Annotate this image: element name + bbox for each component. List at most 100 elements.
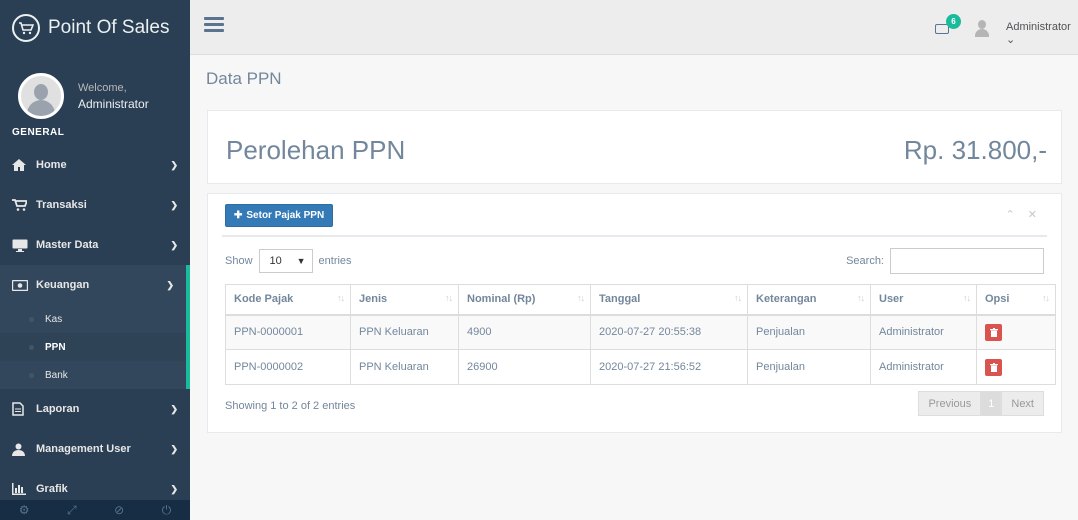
fullscreen-icon[interactable]: ⤢ bbox=[67, 503, 77, 518]
submenu-item-bank[interactable]: Bank bbox=[0, 361, 186, 389]
section-title: GENERAL bbox=[12, 127, 65, 138]
sort-icon: ↑↓ bbox=[963, 293, 971, 303]
sort-icon: ↑↓ bbox=[337, 293, 345, 303]
table-info: Showing 1 to 2 of 2 entries bbox=[225, 400, 356, 412]
submenu-keuangan: Kas PPN Bank bbox=[0, 305, 190, 389]
search-label: Search: bbox=[846, 255, 884, 267]
setor-pajak-label: Setor Pajak PPN bbox=[246, 210, 325, 221]
user-menu[interactable]: Administrator ⌄ bbox=[1006, 21, 1078, 46]
sidebar-item-master-data[interactable]: Master Data ❯ bbox=[0, 225, 190, 265]
eye-slash-icon[interactable]: ⊘ bbox=[114, 503, 124, 517]
col-keterangan[interactable]: Keterangan ↑↓ bbox=[747, 284, 871, 316]
setor-pajak-button[interactable]: ✚ Setor Pajak PPN bbox=[225, 204, 334, 227]
sidebar-item-label: Home bbox=[36, 159, 67, 171]
cell-keterangan: Penjualan bbox=[747, 349, 871, 385]
submenu-item-ppn[interactable]: PPN bbox=[0, 333, 186, 361]
sort-icon: ↑↓ bbox=[857, 293, 865, 303]
sidebar-item-keuangan[interactable]: Keuangan ❯ bbox=[0, 265, 190, 305]
col-jenis[interactable]: Jenis ↑↓ bbox=[350, 284, 459, 316]
profile: Welcome, Administrator bbox=[0, 55, 190, 125]
cell-nominal: 4900 bbox=[458, 314, 591, 350]
cell-opsi bbox=[976, 349, 1056, 385]
cell-jenis: PPN Keluaran bbox=[350, 349, 459, 385]
ppn-table: Kode Pajak ↑↓ Jenis ↑↓ Nominal (Rp) ↑↓ Tang… bbox=[225, 284, 1056, 385]
chevron-down-icon: ❯ bbox=[170, 159, 178, 170]
delete-button[interactable] bbox=[985, 358, 1002, 376]
ppn-value: Rp. 31.800,- bbox=[903, 135, 1047, 165]
money-icon bbox=[12, 279, 36, 291]
col-kode-pajak[interactable]: Kode Pajak ↑↓ bbox=[225, 284, 351, 316]
sort-icon: ↑↓ bbox=[1042, 293, 1050, 303]
cell-nominal: 26900 bbox=[458, 349, 591, 385]
brand-title: Point Of Sales bbox=[48, 16, 170, 38]
user-icon bbox=[12, 443, 36, 456]
ppn-table-panel: ✚ Setor Pajak PPN ⌃ ✕ Show 10 ▼ entries … bbox=[207, 193, 1062, 433]
previous-button[interactable]: Previous bbox=[918, 391, 982, 416]
home-icon bbox=[12, 159, 36, 171]
trash-icon bbox=[989, 362, 998, 372]
entries-label: entries bbox=[318, 255, 352, 267]
search: Search: bbox=[846, 248, 1044, 274]
entries-select[interactable]: 10 ▼ bbox=[258, 249, 313, 273]
chevron-down-icon: ❯ bbox=[170, 199, 178, 210]
collapse-icon[interactable]: ⌃ bbox=[1006, 209, 1015, 221]
power-icon[interactable]: ⏻ bbox=[162, 503, 172, 518]
sidebar-item-label: Laporan bbox=[36, 403, 80, 415]
cell-opsi bbox=[976, 314, 1056, 350]
sidebar-item-label: Master Data bbox=[36, 239, 99, 251]
desktop-icon bbox=[12, 239, 36, 252]
user-avatar-icon[interactable] bbox=[974, 20, 990, 37]
cell-keterangan: Penjualan bbox=[747, 314, 871, 350]
sidebar-item-laporan[interactable]: Laporan ❯ bbox=[0, 389, 190, 429]
profile-name: Administrator bbox=[78, 97, 149, 111]
sidebar-item-label: Management User bbox=[36, 443, 131, 455]
sort-icon: ↑↓ bbox=[734, 293, 742, 303]
show-entries: Show 10 ▼ entries bbox=[225, 249, 352, 273]
chevron-down-icon: ❯ bbox=[170, 483, 178, 494]
chevron-down-icon: ❯ bbox=[170, 403, 178, 414]
menu-toggle-icon[interactable] bbox=[204, 17, 224, 35]
delete-button[interactable] bbox=[985, 323, 1002, 341]
entries-value: 10 bbox=[269, 255, 282, 267]
search-input[interactable] bbox=[890, 248, 1044, 274]
sidebar-footer: ⚙ ⤢ ⊘ ⏻ bbox=[0, 500, 190, 520]
sidebar-item-label: Transaksi bbox=[36, 199, 87, 211]
cell-user: Administrator bbox=[870, 314, 977, 350]
bar-chart-icon bbox=[12, 483, 36, 495]
sidebar-item-label: Keuangan bbox=[36, 279, 90, 291]
col-nominal[interactable]: Nominal (Rp) ↑↓ bbox=[458, 284, 591, 316]
sort-icon: ↑↓ bbox=[445, 293, 453, 303]
welcome-text: Welcome, bbox=[78, 82, 127, 94]
sidebar-item-label: Grafik bbox=[36, 483, 68, 495]
top-nav: 6 Administrator ⌄ bbox=[190, 0, 1078, 55]
cart-logo-icon bbox=[12, 13, 40, 42]
cell-user: Administrator bbox=[870, 349, 977, 385]
cell-kode-pajak: PPN-0000002 bbox=[225, 349, 351, 385]
file-icon bbox=[12, 402, 36, 416]
table-row: PPN-0000002 PPN Keluaran 26900 2020-07-2… bbox=[225, 349, 1056, 385]
page-1-button[interactable]: 1 bbox=[981, 391, 1002, 416]
brand[interactable]: Point Of Sales bbox=[0, 0, 190, 55]
col-opsi[interactable]: Opsi ↑↓ bbox=[976, 284, 1056, 316]
cell-jenis: PPN Keluaran bbox=[350, 314, 459, 350]
cell-tanggal: 2020-07-27 21:56:52 bbox=[590, 349, 748, 385]
chevron-down-icon: ▼ bbox=[296, 256, 306, 266]
settings-icon[interactable]: ⚙ bbox=[19, 503, 30, 517]
close-icon[interactable]: ✕ bbox=[1028, 209, 1037, 221]
submenu-item-kas[interactable]: Kas bbox=[0, 305, 186, 333]
sidebar-item-transaksi[interactable]: Transaksi ❯ bbox=[0, 185, 190, 225]
ppn-label: Perolehan PPN bbox=[226, 135, 406, 165]
cell-tanggal: 2020-07-27 20:55:38 bbox=[590, 314, 748, 350]
sort-icon: ↑↓ bbox=[577, 293, 585, 303]
sidebar-item-management-user[interactable]: Management User ❯ bbox=[0, 429, 190, 469]
trash-icon bbox=[989, 327, 998, 337]
cell-kode-pajak: PPN-0000001 bbox=[225, 314, 351, 350]
mail-count-badge: 6 bbox=[946, 14, 961, 29]
chevron-down-icon: ❯ bbox=[170, 239, 178, 250]
sidebar-item-home[interactable]: Home ❯ bbox=[0, 145, 190, 185]
col-tanggal[interactable]: Tanggal ↑↓ bbox=[590, 284, 748, 316]
col-user[interactable]: User ↑↓ bbox=[870, 284, 977, 316]
table-row: PPN-0000001 PPN Keluaran 4900 2020-07-27… bbox=[225, 314, 1056, 350]
next-button[interactable]: Next bbox=[1001, 391, 1044, 416]
sidebar: Point Of Sales Welcome, Administrator GE… bbox=[0, 0, 190, 520]
